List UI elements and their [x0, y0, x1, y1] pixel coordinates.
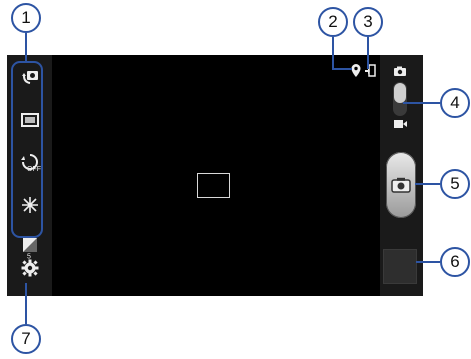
callout-3: 3	[353, 7, 383, 37]
callout-5: 5	[440, 169, 470, 199]
callout-1: 1	[11, 3, 41, 33]
callout-4: 4	[440, 88, 470, 118]
callout-6: 6	[440, 247, 470, 277]
callout-lines	[25, 33, 440, 324]
callout-7: 7	[11, 324, 41, 354]
callout-2: 2	[318, 7, 348, 37]
